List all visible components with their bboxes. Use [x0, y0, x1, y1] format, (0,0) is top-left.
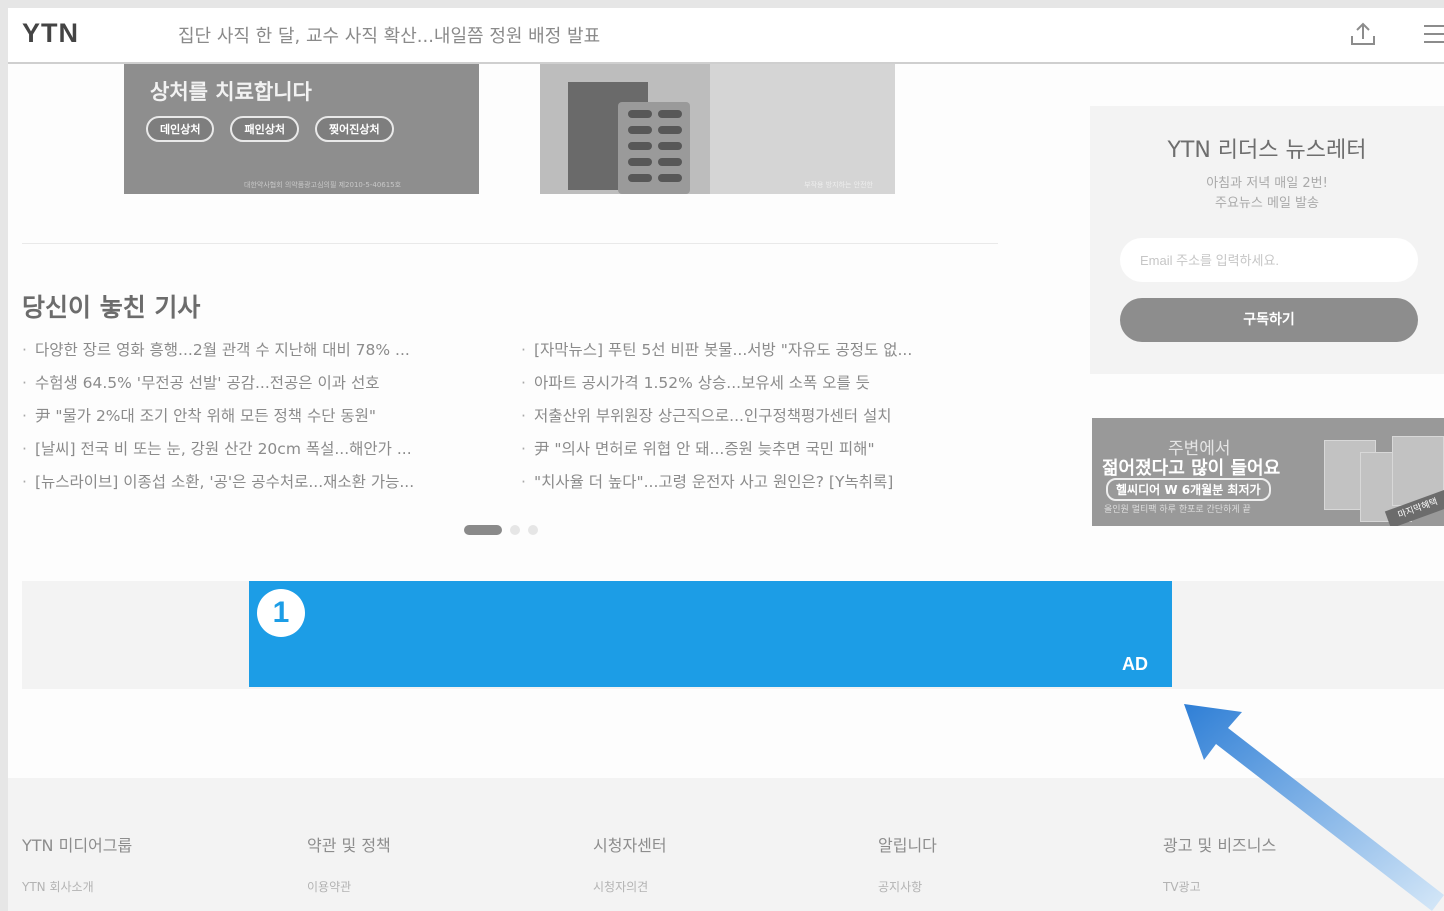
- article-link[interactable]: 尹 "물가 2%대 조기 안착 위해 모든 정책 수단 동원": [22, 404, 492, 437]
- footer-column-title: YTN 미디어그룹: [22, 836, 133, 855]
- banner-fine-print: 부작용 방지하는 안전한: [804, 181, 873, 189]
- current-article-headline: 집단 사직 한 달, 교수 사직 확산...내일쯤 정원 배정 발표: [178, 26, 601, 47]
- missed-articles-title: 당신이 놓친 기사: [22, 293, 201, 322]
- footer-column-viewer-center: 시청자센터 시청자의견: [593, 832, 667, 895]
- footer-column-media-group: YTN 미디어그룹 YTN 회사소개: [22, 832, 132, 895]
- newsletter-signup-box: YTN 리더스 뉴스레터 아침과 저녁 매일 2번! 주요뉴스 메일 발송 구독…: [1090, 106, 1444, 374]
- banner-pill-group: 데인상처 패인상처 찢어진상처: [146, 116, 394, 142]
- pill-scrape: 패인상처: [230, 116, 299, 142]
- banner-heading: 상처를 치료합니다: [150, 80, 312, 104]
- ad-line4: 올인원 멀티팩 하루 한포로 간단하게 끝: [1104, 505, 1251, 515]
- annotation-number-badge: 1: [257, 589, 305, 637]
- article-link[interactable]: [날씨] 전국 비 또는 눈, 강원 산간 20cm 폭설...해안가 ...: [22, 437, 492, 470]
- footer-column-title: 알립니다: [878, 836, 937, 855]
- footer-link[interactable]: 공지사항: [878, 878, 937, 895]
- sidebar-supplement-ad[interactable]: 주변에서 젊어졌다고 많이 들어요 헬씨디어 W 6개월분 최저가 올인원 멀티…: [1092, 418, 1444, 526]
- newsletter-desc-line2: 주요뉴스 메일 발송: [1215, 196, 1319, 211]
- share-upload-icon[interactable]: [1348, 20, 1378, 48]
- article-link[interactable]: 수험생 64.5% '무전공 선발' 공감...전공은 이과 선호: [22, 371, 492, 404]
- ad-line3: 헬씨디어 W 6개월분 최저가: [1106, 478, 1271, 501]
- newsletter-description: 아침과 저녁 매일 2번! 주요뉴스 메일 발송: [1090, 174, 1444, 214]
- pager-dot-active[interactable]: [464, 525, 502, 535]
- article-link[interactable]: 아파트 공시가격 1.52% 상승...보유세 소폭 오를 듯: [521, 371, 991, 404]
- pill-cut: 찢어진상처: [314, 116, 394, 142]
- article-link[interactable]: 저출산위 부위원장 상근직으로...인구정책평가센터 설치: [521, 404, 991, 437]
- wound-care-banner-ad[interactable]: 상처를 치료합니다 데인상처 패인상처 찢어진상처 대한약사협회 의약품광고심의…: [124, 64, 479, 194]
- missed-articles-right-column: [자막뉴스] 푸틴 5선 비판 봇물...서방 "자유도 공정도 없... 아파…: [521, 338, 991, 503]
- footer-column-title: 약관 및 정책: [307, 836, 391, 855]
- email-input[interactable]: [1120, 238, 1418, 282]
- pill-pack-image: [618, 102, 690, 194]
- pill-burn: 데인상처: [146, 116, 215, 142]
- model-photo: [710, 64, 895, 194]
- article-link[interactable]: [뉴스라이브] 이종섭 소환, '공'은 공수처로...재소환 가능...: [22, 470, 492, 503]
- highlighted-ad-slot[interactable]: 1 AD: [249, 581, 1172, 687]
- footer-column-policies: 약관 및 정책 이용약관: [307, 832, 391, 895]
- footer-link[interactable]: 시청자의견: [593, 878, 667, 895]
- article-link[interactable]: 尹 "의사 면허로 위협 안 돼...증원 늦추면 국민 피해": [521, 437, 991, 470]
- supplement-banner-ad[interactable]: 부작용 방지하는 안전한: [540, 64, 895, 194]
- ad-label: AD: [1122, 654, 1148, 674]
- footer-column-notices: 알립니다 공지사항: [878, 832, 937, 895]
- article-link[interactable]: 다양한 장르 영화 흥행...2월 관객 수 지난해 대비 78% ...: [22, 338, 492, 371]
- ytn-logo[interactable]: YTN: [22, 18, 79, 49]
- pager-dot[interactable]: [510, 525, 520, 535]
- footer-link[interactable]: 이용약관: [307, 878, 391, 895]
- top-header: YTN 집단 사직 한 달, 교수 사직 확산...내일쯤 정원 배정 발표: [8, 8, 1444, 64]
- section-divider: [22, 243, 998, 244]
- pager-dot[interactable]: [528, 525, 538, 535]
- subscribe-button[interactable]: 구독하기: [1120, 298, 1418, 342]
- ad-line2: 젊어졌다고 많이 들어요: [1102, 458, 1281, 479]
- footer-column-title: 시청자센터: [593, 836, 667, 855]
- newsletter-title: YTN 리더스 뉴스레터: [1167, 138, 1367, 163]
- missed-articles-left-column: 다양한 장르 영화 흥행...2월 관객 수 지난해 대비 78% ... 수험…: [22, 338, 492, 503]
- footer-link[interactable]: YTN 회사소개: [22, 878, 132, 895]
- hamburger-menu-icon[interactable]: [1422, 22, 1444, 46]
- newsletter-desc-line1: 아침과 저녁 매일 2번!: [1206, 176, 1328, 191]
- article-link[interactable]: [자막뉴스] 푸틴 5선 비판 봇물...서방 "자유도 공정도 없...: [521, 338, 991, 371]
- annotation-arrow-icon: [1184, 704, 1444, 911]
- article-link[interactable]: "치사율 더 높다"...고령 운전자 사고 원인은? [Y녹취록]: [521, 470, 991, 503]
- banner-fine-print: 대한약사협회 의약품광고심의필 제2010-5-40615호: [244, 181, 402, 189]
- carousel-pager: [464, 525, 538, 535]
